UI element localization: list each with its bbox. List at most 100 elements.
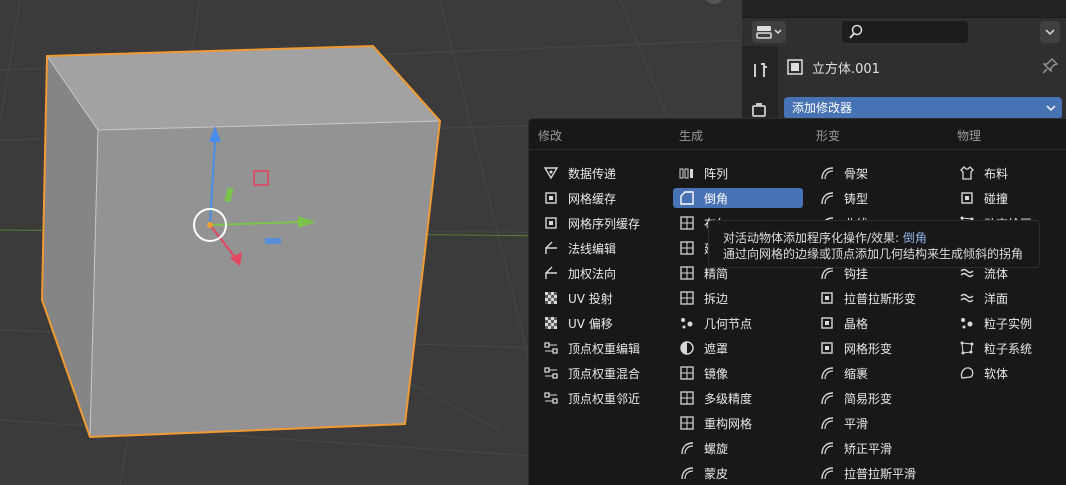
menu-item-data-transfer[interactable]: 数据传递: [537, 163, 667, 183]
column-header-generate: 生成: [679, 129, 704, 143]
menu-item-uv-project[interactable]: UV 投射: [537, 288, 667, 308]
menu-item-label: 重构网格: [704, 417, 753, 431]
menu-item-geometry-nodes[interactable]: 几何节点: [673, 313, 803, 333]
boolean-icon: [679, 215, 695, 231]
options-dropdown-button[interactable]: [1040, 21, 1060, 43]
vertex-weight-edit-icon: [543, 340, 559, 356]
cube-object[interactable]: [40, 44, 442, 439]
mask-icon: [679, 340, 695, 356]
object-row: 立方体.001: [778, 54, 1066, 78]
header-separator: [529, 149, 1066, 150]
menu-item-label: 简易形变: [844, 392, 893, 406]
menu-item-particle-system[interactable]: 粒子系统: [953, 338, 1066, 358]
cast-icon: [819, 190, 835, 206]
ocean-icon: [959, 290, 975, 306]
add-modifier-label: 添加修改器: [792, 101, 853, 115]
menu-item-smooth[interactable]: 平滑: [813, 413, 943, 433]
menu-item-vertex-weight-edit[interactable]: 顶点权重编辑: [537, 338, 667, 358]
menu-item-shrinkwrap[interactable]: 缩裹: [813, 363, 943, 383]
menu-item-normal-edit[interactable]: 法线编辑: [537, 238, 667, 258]
menu-item-mesh-sequence-cache[interactable]: 网格序列缓存: [537, 213, 667, 233]
menu-item-array[interactable]: 阵列: [673, 163, 803, 183]
column-header-deform: 形变: [816, 129, 841, 143]
menu-item-uv-warp[interactable]: UV 偏移: [537, 313, 667, 333]
mesh-cache-icon: [543, 190, 559, 206]
laplacian-deform-icon: [819, 290, 835, 306]
menu-item-edge-split[interactable]: 拆边: [673, 288, 803, 308]
menu-item-multires[interactable]: 多级精度: [673, 388, 803, 408]
particle-instance-icon: [959, 315, 975, 331]
menu-item-label: 拉普拉斯平滑: [844, 467, 917, 481]
normal-edit-icon: [543, 240, 559, 256]
add-modifier-button[interactable]: 添加修改器: [784, 97, 1062, 119]
build-icon: [679, 240, 695, 256]
menu-item-laplacian-smooth[interactable]: 拉普拉斯平滑: [813, 463, 943, 483]
menu-item-vertex-weight-proximity[interactable]: 顶点权重邻近: [537, 388, 667, 408]
menu-item-collision[interactable]: 碰撞: [953, 188, 1066, 208]
menu-item-ocean[interactable]: 洋面: [953, 288, 1066, 308]
menu-item-corrective-smooth[interactable]: 矫正平滑: [813, 438, 943, 458]
skin-icon: [679, 465, 695, 481]
menu-item-label: 粒子系统: [984, 342, 1033, 356]
menu-item-label: 遮罩: [704, 342, 729, 356]
armature-icon: [819, 165, 835, 181]
menu-item-label: 阵列: [704, 167, 729, 181]
menu-item-label: 网格序列缓存: [568, 217, 641, 231]
properties-editor-icon: [756, 26, 772, 39]
menu-item-cloth[interactable]: 布料: [953, 163, 1066, 183]
menu-item-skin[interactable]: 蒙皮: [673, 463, 803, 483]
menu-item-weighted-normal[interactable]: 加权法向: [537, 263, 667, 283]
menu-item-label: 法线编辑: [568, 242, 617, 256]
menu-item-label: 镜像: [704, 367, 729, 381]
pin-icon[interactable]: [1042, 58, 1058, 74]
menu-item-particle-instance[interactable]: 粒子实例: [953, 313, 1066, 333]
menu-item-mesh-cache[interactable]: 网格缓存: [537, 188, 667, 208]
menu-item-screw[interactable]: 螺旋: [673, 438, 803, 458]
menu-item-remesh[interactable]: 重构网格: [673, 413, 803, 433]
tab-tool[interactable]: [746, 56, 774, 84]
search-input[interactable]: [842, 21, 968, 43]
menu-item-label: 缩裹: [844, 367, 869, 381]
xy-plane-handle: [265, 238, 281, 244]
menu-item-label: 螺旋: [704, 442, 729, 456]
chevron-down-icon: [1045, 28, 1055, 35]
editor-type-button[interactable]: [752, 21, 786, 43]
column-header-physics: 物理: [957, 129, 982, 143]
menu-item-bevel[interactable]: 倒角: [673, 188, 803, 208]
collision-icon: [959, 190, 975, 206]
menu-item-mask[interactable]: 遮罩: [673, 338, 803, 358]
menu-item-label: 网格缓存: [568, 192, 617, 206]
object-name: 立方体.001: [812, 62, 880, 77]
vertex-weight-mix-icon: [543, 365, 559, 381]
laplacian-smooth-icon: [819, 465, 835, 481]
menu-item-label: 几何节点: [704, 317, 753, 331]
shrinkwrap-icon: [819, 365, 835, 381]
menu-item-label: 蒙皮: [704, 467, 729, 481]
top-strip: [742, 0, 1066, 18]
array-icon: [679, 165, 695, 181]
menu-item-laplacian-deform[interactable]: 拉普拉斯形变: [813, 288, 943, 308]
geometry-nodes-icon: [679, 315, 695, 331]
menu-item-vertex-weight-mix[interactable]: 顶点权重混合: [537, 363, 667, 383]
menu-item-label: 平滑: [844, 417, 869, 431]
menu-item-lattice[interactable]: 晶格: [813, 313, 943, 333]
particle-system-icon: [959, 340, 975, 356]
uv-project-icon: [543, 290, 559, 306]
menu-item-label: 顶点权重邻近: [568, 392, 641, 406]
search-icon: [849, 24, 863, 39]
menu-item-label: 加权法向: [568, 267, 617, 281]
menu-item-label: 洋面: [984, 292, 1009, 306]
menu-item-mirror[interactable]: 镜像: [673, 363, 803, 383]
navigate-gizmo[interactable]: [704, 0, 724, 4]
soft-body-icon: [959, 365, 975, 381]
properties-header: [742, 18, 1066, 46]
menu-item-simple-deform[interactable]: 简易形变: [813, 388, 943, 408]
lattice-icon: [819, 315, 835, 331]
menu-item-armature[interactable]: 骨架: [813, 163, 943, 183]
menu-item-cast[interactable]: 铸型: [813, 188, 943, 208]
vertex-weight-proximity-icon: [543, 390, 559, 406]
menu-item-label: 网格形变: [844, 342, 893, 356]
menu-item-mesh-deform[interactable]: 网格形变: [813, 338, 943, 358]
mesh-sequence-cache-icon: [543, 215, 559, 231]
menu-item-soft-body[interactable]: 软体: [953, 363, 1066, 383]
